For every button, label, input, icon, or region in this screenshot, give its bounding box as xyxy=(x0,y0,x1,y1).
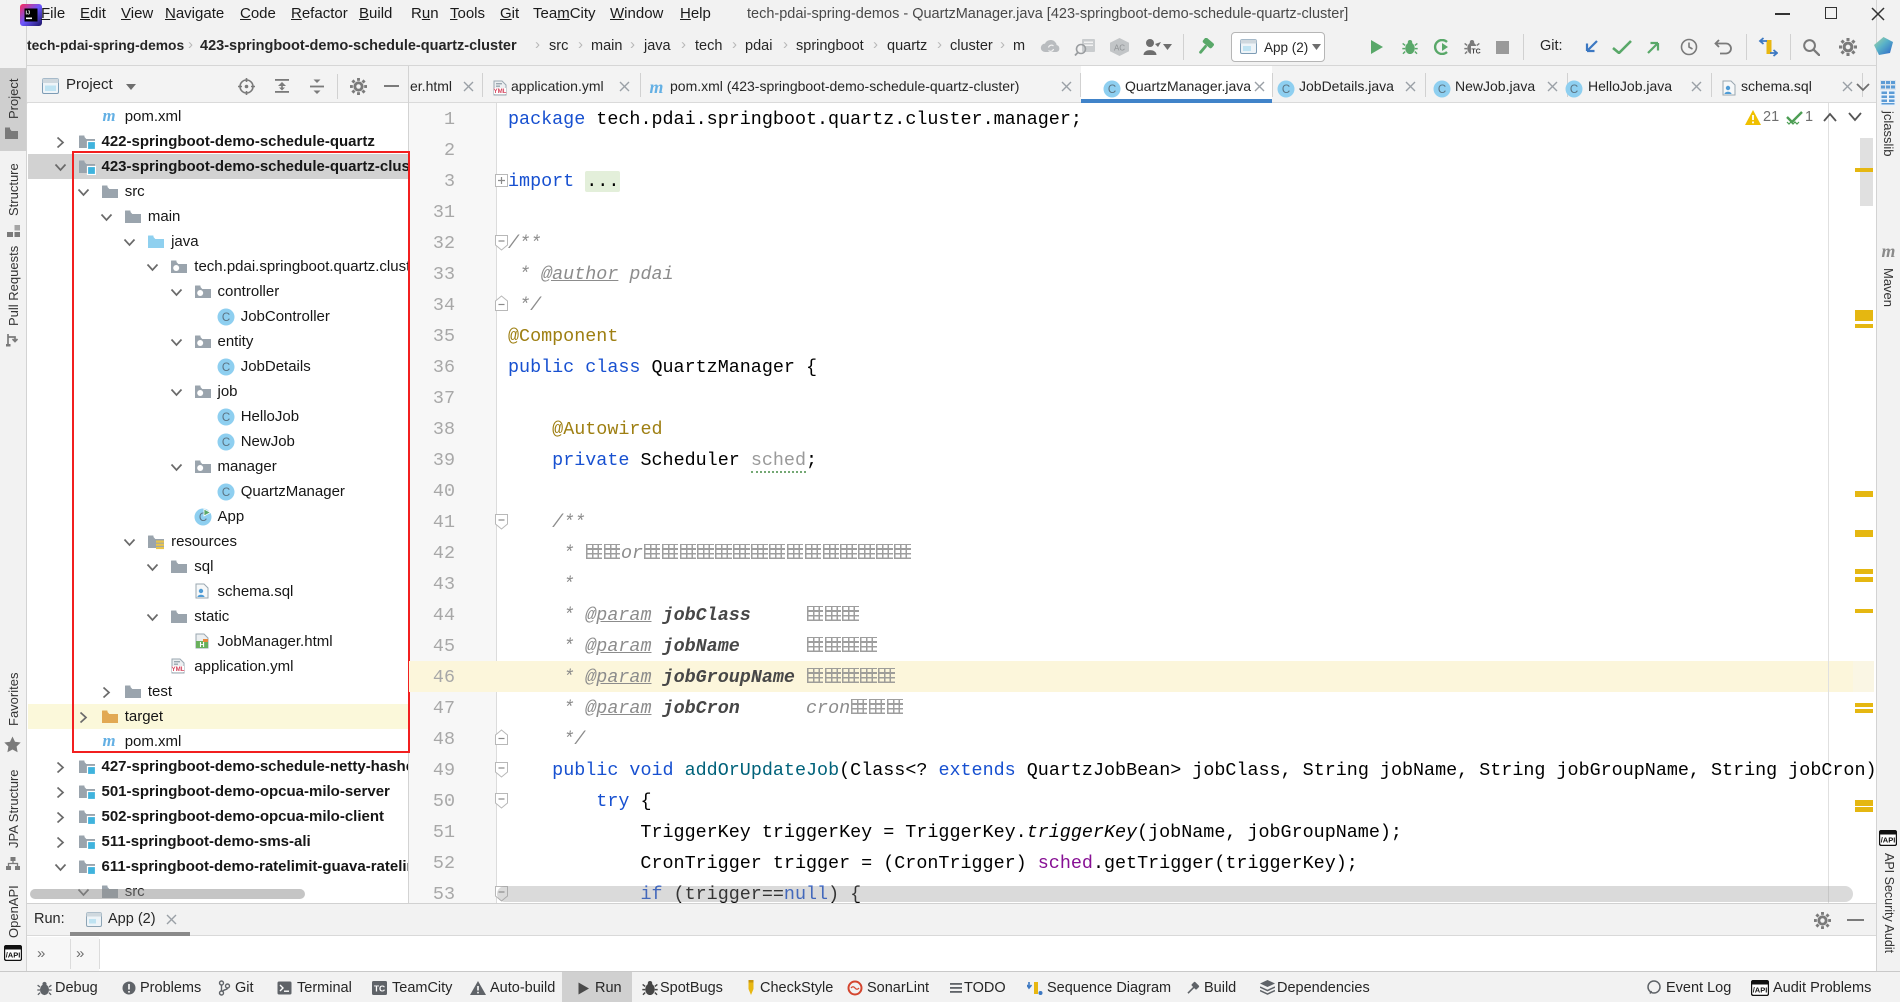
svg-text:C: C xyxy=(1438,84,1446,96)
svg-text:TC: TC xyxy=(374,984,385,994)
svg-text:C: C xyxy=(1570,84,1578,96)
svg-text:AC: AC xyxy=(1114,44,1125,53)
svg-text:C: C xyxy=(1108,84,1116,96)
svg-text:IJ: IJ xyxy=(26,11,31,17)
svg-text:C: C xyxy=(1282,84,1290,96)
svg-text:/API: /API xyxy=(1753,986,1768,995)
svg-text:m: m xyxy=(102,108,115,124)
svg-text:/API: /API xyxy=(6,951,21,960)
svg-text:TC: TC xyxy=(1471,49,1480,56)
svg-text:m: m xyxy=(650,79,664,96)
svg-text:YML: YML xyxy=(493,88,506,95)
svg-text:m: m xyxy=(1882,243,1896,260)
svg-text:/API: /API xyxy=(1881,836,1896,845)
